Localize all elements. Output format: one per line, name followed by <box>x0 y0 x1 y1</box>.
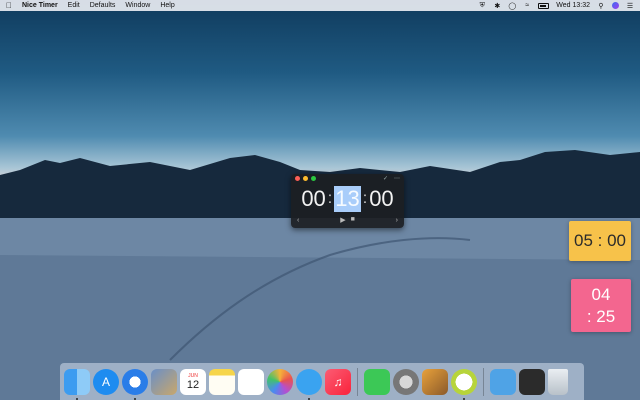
window-titlebar: ✓ ⋯ <box>291 174 404 183</box>
dock-separator <box>357 367 358 396</box>
tile-time-line2: : 25 <box>586 306 616 326</box>
menu-defaults[interactable]: Defaults <box>90 2 116 9</box>
system-preferences-icon[interactable] <box>393 368 419 395</box>
trash-icon[interactable] <box>548 368 568 395</box>
chevron-right-icon[interactable]: › <box>396 217 398 224</box>
zoom-button[interactable] <box>311 176 316 181</box>
apple-icon[interactable]:  <box>6 1 12 10</box>
photo-app-icon[interactable] <box>151 368 177 395</box>
screens-icon[interactable] <box>519 368 545 395</box>
photos-icon[interactable] <box>267 368 293 395</box>
tile-time: 05 : 00 <box>574 231 626 250</box>
dock-separator <box>483 367 484 396</box>
minutes-field[interactable]: 13 <box>334 186 361 212</box>
calendar-day: 12 <box>186 378 200 391</box>
nice-timer-window: ✓ ⋯ 00 : 13 : 00 ‹ ▶ ■ › <box>291 174 404 228</box>
checkmark-icon[interactable]: ✓ <box>383 175 388 182</box>
reminders-icon[interactable] <box>238 368 264 395</box>
safari-icon[interactable] <box>122 368 148 400</box>
facetime-icon[interactable] <box>364 368 390 395</box>
menu-bar:  Nice Timer Edit Defaults Window Help ⛨… <box>0 0 640 11</box>
tile-time-line1: 04 <box>591 284 611 304</box>
messages-icon[interactable] <box>296 368 322 400</box>
battery-icon[interactable] <box>538 2 550 9</box>
menu-app-name[interactable]: Nice Timer <box>22 2 58 9</box>
nice-timer-icon[interactable] <box>451 368 477 400</box>
shield-icon[interactable]: ⛨ <box>478 2 486 9</box>
timer-display: 00 : 13 : 00 <box>291 183 404 215</box>
chevron-left-icon[interactable]: ‹ <box>297 217 299 224</box>
separator: : <box>362 190 368 207</box>
menu-clock[interactable]: Wed 13:32 <box>556 2 590 9</box>
menu-bar-extras: ⛨ ✱ ◯ ≈ Wed 13:32 ⚲ ☰ <box>478 2 634 10</box>
notes-icon[interactable] <box>209 368 235 395</box>
menu-edit[interactable]: Edit <box>68 2 80 9</box>
timer-icon[interactable]: ◯ <box>508 2 516 10</box>
finder-icon[interactable] <box>64 368 90 400</box>
running-indicator <box>463 397 465 400</box>
menu-window[interactable]: Window <box>125 2 150 9</box>
timer-tile-yellow[interactable]: 05 : 00 <box>569 221 631 261</box>
siri-icon[interactable] <box>612 2 619 9</box>
hours-field[interactable]: 00 <box>301 186 325 212</box>
search-icon[interactable]: ⚲ <box>597 2 605 10</box>
seconds-field[interactable]: 00 <box>369 186 393 212</box>
timer-tile-pink[interactable]: 04 : 25 <box>571 279 631 332</box>
menu-icon[interactable]: ⋯ <box>394 175 400 182</box>
separator: : <box>327 190 333 207</box>
close-button[interactable] <box>295 176 300 181</box>
minimize-button[interactable] <box>303 176 308 181</box>
stop-icon[interactable]: ■ <box>351 216 355 224</box>
downloads-folder-icon[interactable] <box>490 368 516 395</box>
play-icon[interactable]: ▶ <box>340 216 345 224</box>
menu-help[interactable]: Help <box>160 2 174 9</box>
preview-icon[interactable] <box>422 368 448 395</box>
bluetooth-icon[interactable]: ✱ <box>493 2 501 10</box>
running-indicator <box>76 397 78 400</box>
music-icon[interactable]: ♫ <box>325 368 351 395</box>
app-store-icon[interactable]: A <box>93 368 119 395</box>
timer-controls: ‹ ▶ ■ › <box>291 215 404 225</box>
list-icon[interactable]: ☰ <box>626 2 634 10</box>
running-indicator <box>308 397 310 400</box>
calendar-icon[interactable]: JUN 12 <box>180 368 206 395</box>
wifi-icon[interactable]: ≈ <box>523 2 531 9</box>
running-indicator <box>134 397 136 400</box>
dock: A JUN 12 ♫ <box>60 363 584 400</box>
